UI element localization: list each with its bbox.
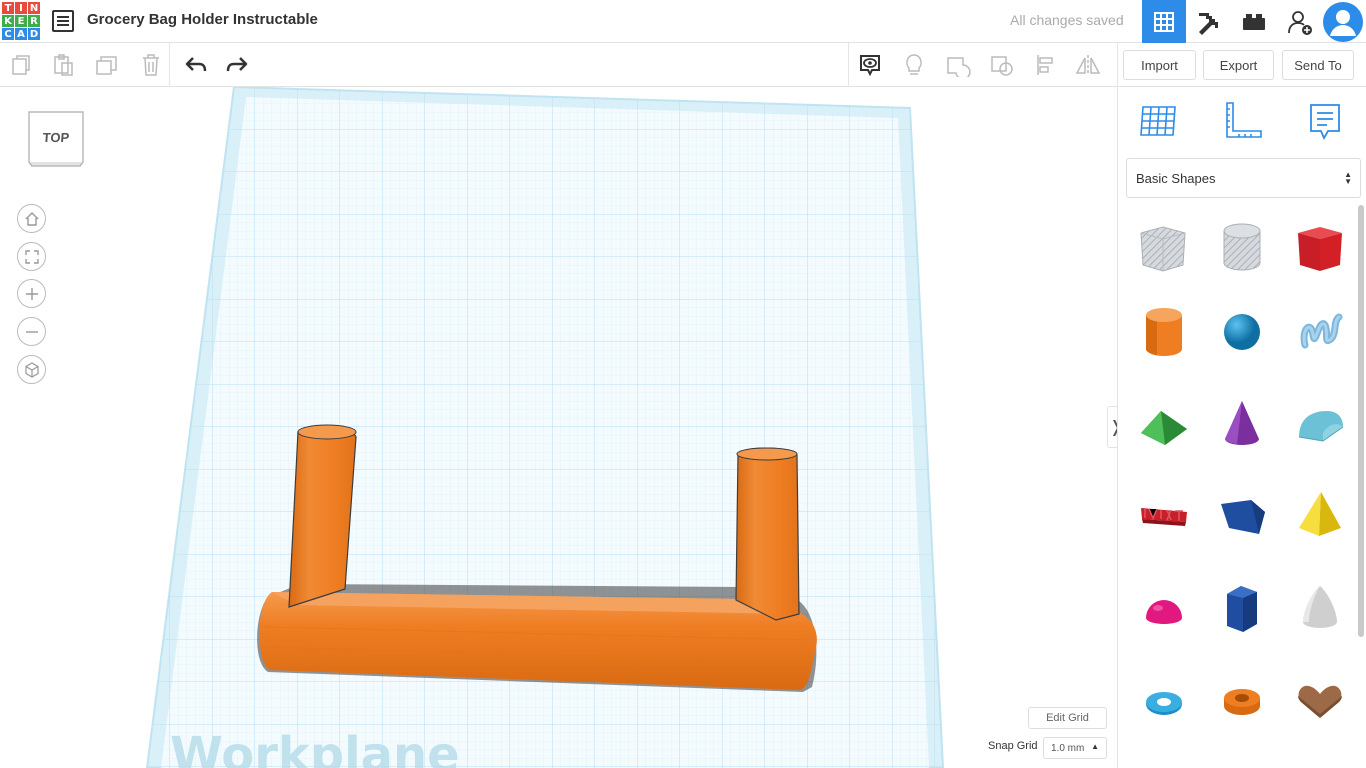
select-arrows-icon: ▲ ▼ (1344, 170, 1352, 186)
toolbar: Import Export Send To (0, 43, 1366, 87)
text-shape[interactable] (1134, 485, 1194, 545)
cone-shape[interactable] (1212, 394, 1272, 454)
round-roof-shape[interactable] (1290, 394, 1350, 454)
design-list-icon[interactable] (52, 10, 74, 32)
tube-shape[interactable] (1212, 671, 1272, 731)
cylinder-hole-shape[interactable] (1212, 218, 1272, 278)
torus-shape[interactable] (1134, 671, 1194, 731)
notes-icon[interactable] (1303, 99, 1347, 143)
shapes-panel: Basic Shapes ▲ ▼ (1117, 87, 1366, 768)
logo-letter: E (15, 15, 27, 27)
ruler-icon[interactable] (1221, 99, 1265, 143)
notes-toggle-icon[interactable] (855, 50, 885, 80)
redo-icon[interactable] (222, 50, 252, 80)
design-title[interactable]: Grocery Bag Holder Instructable (87, 11, 318, 28)
logo-letter: A (15, 28, 27, 40)
caret-up-icon: ▲ (1091, 742, 1099, 751)
workplane-grid-icon[interactable] (1137, 99, 1181, 143)
polygon-shape[interactable] (1212, 579, 1272, 639)
half-sphere-shape[interactable] (1134, 579, 1194, 639)
top-bar: T I N K E R C A D Grocery Bag Holder Ins… (0, 0, 1366, 43)
cylinder-shape[interactable] (1134, 302, 1194, 362)
shape-group-icon[interactable] (943, 50, 973, 80)
tinkercad-logo[interactable]: T I N K E R C A D (0, 0, 42, 42)
toolbar-divider (169, 43, 170, 86)
sphere-shape[interactable] (1212, 302, 1272, 362)
logo-letter: N (28, 2, 40, 14)
zoom-in-icon[interactable] (17, 279, 46, 308)
export-button[interactable]: Export (1203, 50, 1274, 80)
shape-ungroup-icon[interactable] (987, 50, 1017, 80)
tinkercad-app: T I N K E R C A D Grocery Bag Holder Ins… (0, 0, 1366, 768)
logo-letter: K (2, 15, 14, 27)
snap-grid-label: Snap Grid (988, 740, 1038, 752)
shape-category-value: Basic Shapes (1136, 170, 1216, 186)
minecraft-pickaxe-icon[interactable] (1187, 0, 1231, 43)
zoom-out-icon[interactable] (17, 317, 46, 346)
scribble-shape[interactable] (1290, 302, 1350, 362)
logo-letter: D (28, 28, 40, 40)
copy-icon[interactable] (6, 50, 36, 80)
snap-grid-value: 1.0 mm (1051, 742, 1085, 754)
pyramid-shape[interactable] (1290, 485, 1350, 545)
user-avatar-icon[interactable] (1320, 0, 1366, 43)
toolbar-divider (848, 43, 849, 86)
lightbulb-icon[interactable] (899, 50, 929, 80)
mirror-icon[interactable] (1073, 50, 1103, 80)
workplane-label: Workplane (170, 727, 460, 768)
3d-canvas[interactable]: Workplane TOP Edit Grid Snap Grid 1.0 mm (0, 87, 1117, 768)
save-status: All changes saved (1010, 12, 1124, 28)
logo-letter: T (2, 2, 14, 14)
wedge-shape[interactable] (1212, 485, 1272, 545)
send-to-button[interactable]: Send To (1282, 50, 1354, 80)
view-cube-label: TOP (42, 130, 70, 145)
snap-grid-select[interactable]: 1.0 mm ▲ (1043, 737, 1107, 759)
home-icon[interactable] (17, 204, 46, 233)
toolbar-divider (1117, 43, 1118, 86)
undo-icon[interactable] (181, 50, 211, 80)
delete-icon[interactable] (136, 50, 166, 80)
paste-icon[interactable] (48, 50, 78, 80)
perspective-icon[interactable] (17, 355, 46, 384)
paraboloid-shape[interactable] (1290, 579, 1350, 639)
roof-shape[interactable] (1134, 394, 1194, 454)
view-cube[interactable]: TOP (27, 110, 85, 168)
import-button[interactable]: Import (1123, 50, 1196, 80)
panel-scrollbar[interactable] (1358, 205, 1364, 637)
3d-view-grid-icon[interactable] (1142, 0, 1186, 43)
logo-letter: R (28, 15, 40, 27)
add-user-icon[interactable] (1278, 0, 1322, 43)
logo-letter: C (2, 28, 14, 40)
edit-grid-button[interactable]: Edit Grid (1028, 707, 1107, 729)
box-hole-shape[interactable] (1134, 218, 1194, 278)
duplicate-icon[interactable] (92, 50, 122, 80)
shape-category-select[interactable]: Basic Shapes ▲ ▼ (1126, 158, 1361, 198)
bricks-icon[interactable] (1232, 0, 1276, 43)
align-icon[interactable] (1031, 50, 1061, 80)
logo-letter: I (15, 2, 27, 14)
fit-view-icon[interactable] (17, 242, 46, 271)
workplane[interactable] (0, 87, 1117, 768)
heart-shape[interactable] (1290, 671, 1350, 731)
box-shape[interactable] (1290, 218, 1350, 278)
